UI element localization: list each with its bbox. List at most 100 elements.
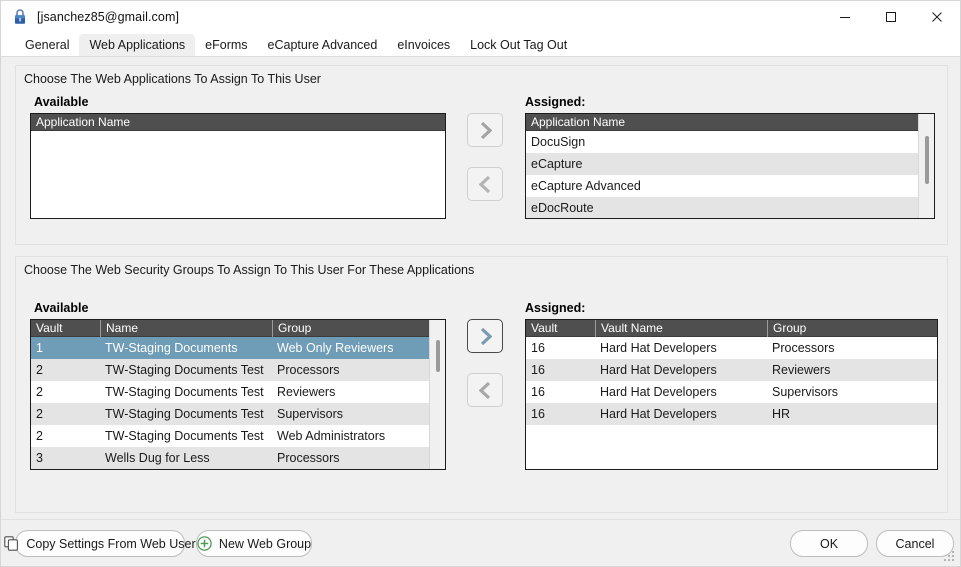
cell-group: Processors (277, 451, 340, 465)
chevron-right-icon (480, 327, 492, 345)
groups-assigned-col-group[interactable]: Group (767, 320, 937, 337)
groups-assigned-col-vault-name[interactable]: Vault Name (595, 320, 767, 337)
cell-vault-name: Hard Hat Developers (600, 407, 717, 421)
cell-vault: 2 (36, 429, 43, 443)
groups-assigned-label: Assigned: (525, 301, 586, 315)
cell-name: TW-Staging Documents Test (105, 363, 264, 377)
groups-available-header: Vault Name Group (31, 320, 445, 337)
table-row[interactable]: 16 Hard Hat Developers Reviewers (526, 359, 937, 381)
plus-circle-icon (197, 536, 212, 551)
cell-application-name: DocuSign (531, 135, 586, 149)
apps-available-list[interactable]: Application Name (30, 113, 446, 219)
groups-available-col-name[interactable]: Name (100, 320, 272, 337)
apps-assigned-rows: DocuSign eCapture eCapture Advanced eDoc… (526, 131, 934, 218)
cell-name: Wells Dug for Less (105, 451, 210, 465)
table-row[interactable]: 1 TW-Staging Documents Web Only Reviewer… (31, 337, 445, 359)
tab-lock-out-tag-out[interactable]: Lock Out Tag Out (460, 34, 577, 56)
remove-selected-groups-button[interactable] (467, 373, 503, 407)
add-selected-groups-button[interactable] (467, 319, 503, 353)
table-row[interactable]: 2 TW-Staging Documents Test Supervisors (31, 403, 445, 425)
table-row[interactable]: 2 TW-Staging Documents Test Processors (31, 359, 445, 381)
dialog-footer: Copy Settings From Web User New Web Grou… (1, 519, 960, 566)
table-row[interactable]: 16 Hard Hat Developers HR (526, 403, 937, 425)
web-applications-panel: Choose The Web Applications To Assign To… (15, 65, 948, 245)
tab-einvoices[interactable]: eInvoices (387, 34, 460, 56)
new-web-group-button[interactable]: New Web Group (196, 530, 312, 557)
cell-vault-name: Hard Hat Developers (600, 341, 717, 355)
groups-assigned-col-vault[interactable]: Vault (526, 320, 595, 337)
table-row[interactable]: 3 Wells Dug for Less Processors (31, 447, 445, 469)
window-title: [jsanchez85@gmail.com] (37, 9, 180, 24)
scrollbar-thumb[interactable] (436, 340, 440, 372)
table-row[interactable]: 16 Hard Hat Developers Processors (526, 337, 937, 359)
apps-available-label: Available (34, 95, 89, 109)
groups-assigned-header: Vault Vault Name Group (526, 320, 937, 337)
apps-available-col-application-name[interactable]: Application Name (31, 114, 445, 131)
minimize-button[interactable] (822, 1, 868, 32)
copy-icon (4, 536, 19, 551)
list-item[interactable]: eCapture (526, 153, 934, 175)
lock-icon (12, 8, 28, 26)
cell-vault: 2 (36, 385, 43, 399)
cancel-button[interactable]: Cancel (876, 530, 954, 557)
copy-settings-label: Copy Settings From Web User (26, 536, 196, 551)
add-selected-applications-button[interactable] (467, 113, 503, 147)
list-item[interactable]: DocuSign (526, 131, 934, 153)
cell-group: Web Administrators (277, 429, 386, 443)
cell-vault: 16 (531, 341, 545, 355)
groups-available-rows: 1 TW-Staging Documents Web Only Reviewer… (31, 337, 445, 469)
tab-web-applications[interactable]: Web Applications (79, 34, 196, 56)
apps-assigned-col-application-name[interactable]: Application Name (526, 114, 918, 131)
tab-strip: General Web Applications eForms eCapture… (1, 32, 960, 57)
cell-group: Supervisors (277, 407, 343, 421)
apps-assigned-header: Application Name (526, 114, 934, 131)
cancel-label: Cancel (895, 536, 935, 551)
cell-vault: 16 (531, 385, 545, 399)
ok-button[interactable]: OK (790, 530, 868, 557)
dialog-window: [jsanchez85@gmail.com] General Web Appli… (0, 0, 961, 567)
chevron-left-icon (478, 381, 490, 399)
cell-group: HR (772, 407, 791, 421)
maximize-button[interactable] (868, 1, 914, 32)
cell-group: Supervisors (772, 385, 838, 399)
list-item[interactable]: eCapture Advanced (526, 175, 934, 197)
cell-name: TW-Staging Documents (105, 341, 238, 355)
scrollbar-thumb[interactable] (925, 136, 929, 184)
window-controls (822, 1, 960, 32)
web-security-groups-panel: Choose The Web Security Groups To Assign… (15, 256, 948, 513)
cell-application-name: eCapture (531, 157, 583, 171)
new-web-group-label: New Web Group (218, 536, 312, 551)
web-security-groups-caption: Choose The Web Security Groups To Assign… (24, 263, 475, 277)
cell-vault: 16 (531, 363, 545, 377)
apps-assigned-list[interactable]: Application Name DocuSign eCapture eCapt… (525, 113, 935, 219)
remove-selected-applications-button[interactable] (467, 167, 503, 201)
close-button[interactable] (914, 1, 960, 32)
tab-ecapture-advanced[interactable]: eCapture Advanced (258, 34, 388, 56)
groups-assigned-table[interactable]: Vault Vault Name Group 16 Hard Hat Devel… (525, 319, 938, 470)
table-row[interactable]: 16 Hard Hat Developers Supervisors (526, 381, 937, 403)
groups-available-col-vault[interactable]: Vault (31, 320, 100, 337)
cell-group: Processors (772, 341, 835, 355)
cell-name: TW-Staging Documents Test (105, 385, 264, 399)
tab-eforms[interactable]: eForms (195, 34, 257, 56)
tab-general[interactable]: General (15, 34, 79, 56)
cell-name: TW-Staging Documents Test (105, 429, 264, 443)
copy-settings-from-web-user-button[interactable]: Copy Settings From Web User (4, 530, 196, 557)
groups-available-scrollbar[interactable] (429, 320, 445, 469)
cell-group: Reviewers (772, 363, 831, 377)
tab-content-web-applications: Choose The Web Applications To Assign To… (1, 57, 960, 519)
list-item[interactable]: eDocRoute (526, 197, 934, 218)
chevron-right-icon (480, 121, 492, 139)
apps-assigned-scrollbar[interactable] (918, 114, 934, 218)
groups-available-col-group[interactable]: Group (272, 320, 429, 337)
cell-vault: 16 (531, 407, 545, 421)
cell-application-name: eDocRoute (531, 201, 594, 215)
cell-vault-name: Hard Hat Developers (600, 363, 717, 377)
web-applications-caption: Choose The Web Applications To Assign To… (24, 72, 321, 86)
table-row[interactable]: 2 TW-Staging Documents Test Web Administ… (31, 425, 445, 447)
resize-grip[interactable] (944, 551, 956, 563)
groups-available-table[interactable]: Vault Name Group 1 TW-Staging Documents … (30, 319, 446, 470)
table-row[interactable]: 2 TW-Staging Documents Test Reviewers (31, 381, 445, 403)
title-bar: [jsanchez85@gmail.com] (1, 1, 960, 32)
cell-vault: 1 (36, 341, 43, 355)
